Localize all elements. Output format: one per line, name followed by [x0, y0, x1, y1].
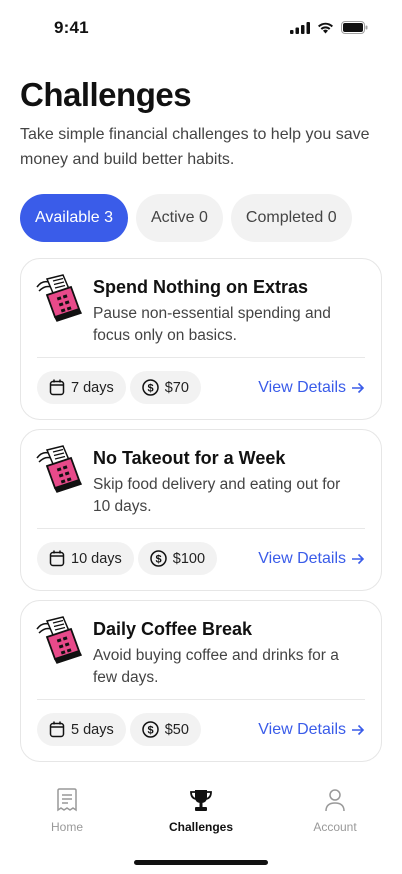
- view-details-link[interactable]: View Details: [258, 721, 365, 739]
- receipt-machine-icon: [36, 274, 83, 322]
- view-details-label: View Details: [258, 550, 346, 567]
- page-title: Challenges: [20, 76, 192, 113]
- reward-text: $70: [164, 379, 189, 396]
- status-icons: [290, 21, 368, 34]
- challenge-description: Skip food delivery and eating out for 10…: [93, 476, 341, 515]
- arrow-right-icon: [352, 382, 365, 394]
- reward-text: $50: [164, 721, 189, 738]
- nav-challenges-label: Challenges: [168, 820, 234, 834]
- view-details-label: View Details: [258, 379, 346, 396]
- view-details-link[interactable]: View Details: [258, 379, 365, 397]
- calendar-icon: [49, 550, 65, 567]
- card-divider: [37, 699, 365, 700]
- bottom-nav: Home Challenges Account: [0, 788, 402, 848]
- card-divider: [37, 528, 365, 529]
- challenge-title: Spend Nothing on Extras: [93, 277, 309, 297]
- tab-completed[interactable]: Completed 0: [230, 194, 352, 242]
- receipt-machine-icon: [36, 445, 83, 493]
- duration-text: 10 days: [71, 550, 122, 567]
- wifi-icon: [318, 22, 333, 33]
- reward-pill: $ $100: [137, 542, 218, 575]
- challenge-card[interactable]: Daily Coffee Break Avoid buying coffee a…: [20, 600, 382, 762]
- dollar-coin-icon: $: [141, 379, 159, 396]
- user-icon: [325, 789, 345, 812]
- duration-pill: 7 days: [37, 371, 126, 404]
- home-indicator[interactable]: [134, 860, 268, 865]
- challenge-description: Pause non-essential spending and focus o…: [93, 305, 331, 344]
- page-subtitle: Take simple financial challenges to help…: [20, 126, 370, 168]
- view-details-label: View Details: [258, 721, 346, 738]
- trophy-icon: [190, 790, 212, 811]
- arrow-right-icon: [352, 553, 365, 565]
- arrow-right-icon: [352, 724, 365, 736]
- reward-pill: $ $70: [129, 371, 201, 404]
- filter-tabs: Available 3 Active 0 Completed 0: [20, 194, 352, 242]
- challenge-card[interactable]: No Takeout for a Week Skip food delivery…: [20, 429, 382, 591]
- reward-text: $100: [172, 550, 206, 567]
- challenge-title: Daily Coffee Break: [93, 619, 253, 639]
- reward-pill: $ $50: [129, 713, 201, 746]
- battery-icon: [341, 21, 368, 34]
- challenge-card[interactable]: Spend Nothing on Extras Pause non-essent…: [20, 258, 382, 420]
- dollar-coin-icon: $: [141, 721, 159, 738]
- challenge-description: Avoid buying coffee and drinks for a few…: [93, 647, 339, 686]
- svg-text:$: $: [147, 725, 153, 737]
- view-details-link[interactable]: View Details: [258, 550, 365, 568]
- duration-pill: 5 days: [37, 713, 126, 746]
- calendar-icon: [49, 379, 65, 396]
- duration-text: 5 days: [71, 721, 114, 738]
- nav-challenges[interactable]: Challenges: [146, 788, 256, 834]
- duration-pill: 10 days: [37, 542, 134, 575]
- tab-active[interactable]: Active 0: [135, 194, 223, 242]
- status-bar: 9:41: [0, 0, 402, 58]
- svg-text:$: $: [155, 554, 161, 566]
- card-divider: [37, 357, 365, 358]
- calendar-icon: [49, 721, 65, 738]
- svg-text:$: $: [147, 383, 153, 395]
- dollar-coin-icon: $: [150, 550, 167, 567]
- status-time: 9:41: [54, 18, 89, 37]
- nav-home[interactable]: Home: [12, 788, 122, 834]
- challenge-title: No Takeout for a Week: [93, 448, 286, 468]
- receipt-machine-icon: [36, 616, 83, 664]
- nav-home-label: Home: [50, 820, 83, 834]
- signal-icon: [290, 21, 310, 34]
- duration-text: 7 days: [71, 379, 114, 396]
- nav-account[interactable]: Account: [280, 788, 390, 834]
- nav-account-label: Account: [313, 820, 357, 834]
- receipt-icon: [57, 788, 77, 812]
- tab-available[interactable]: Available 3: [20, 194, 128, 242]
